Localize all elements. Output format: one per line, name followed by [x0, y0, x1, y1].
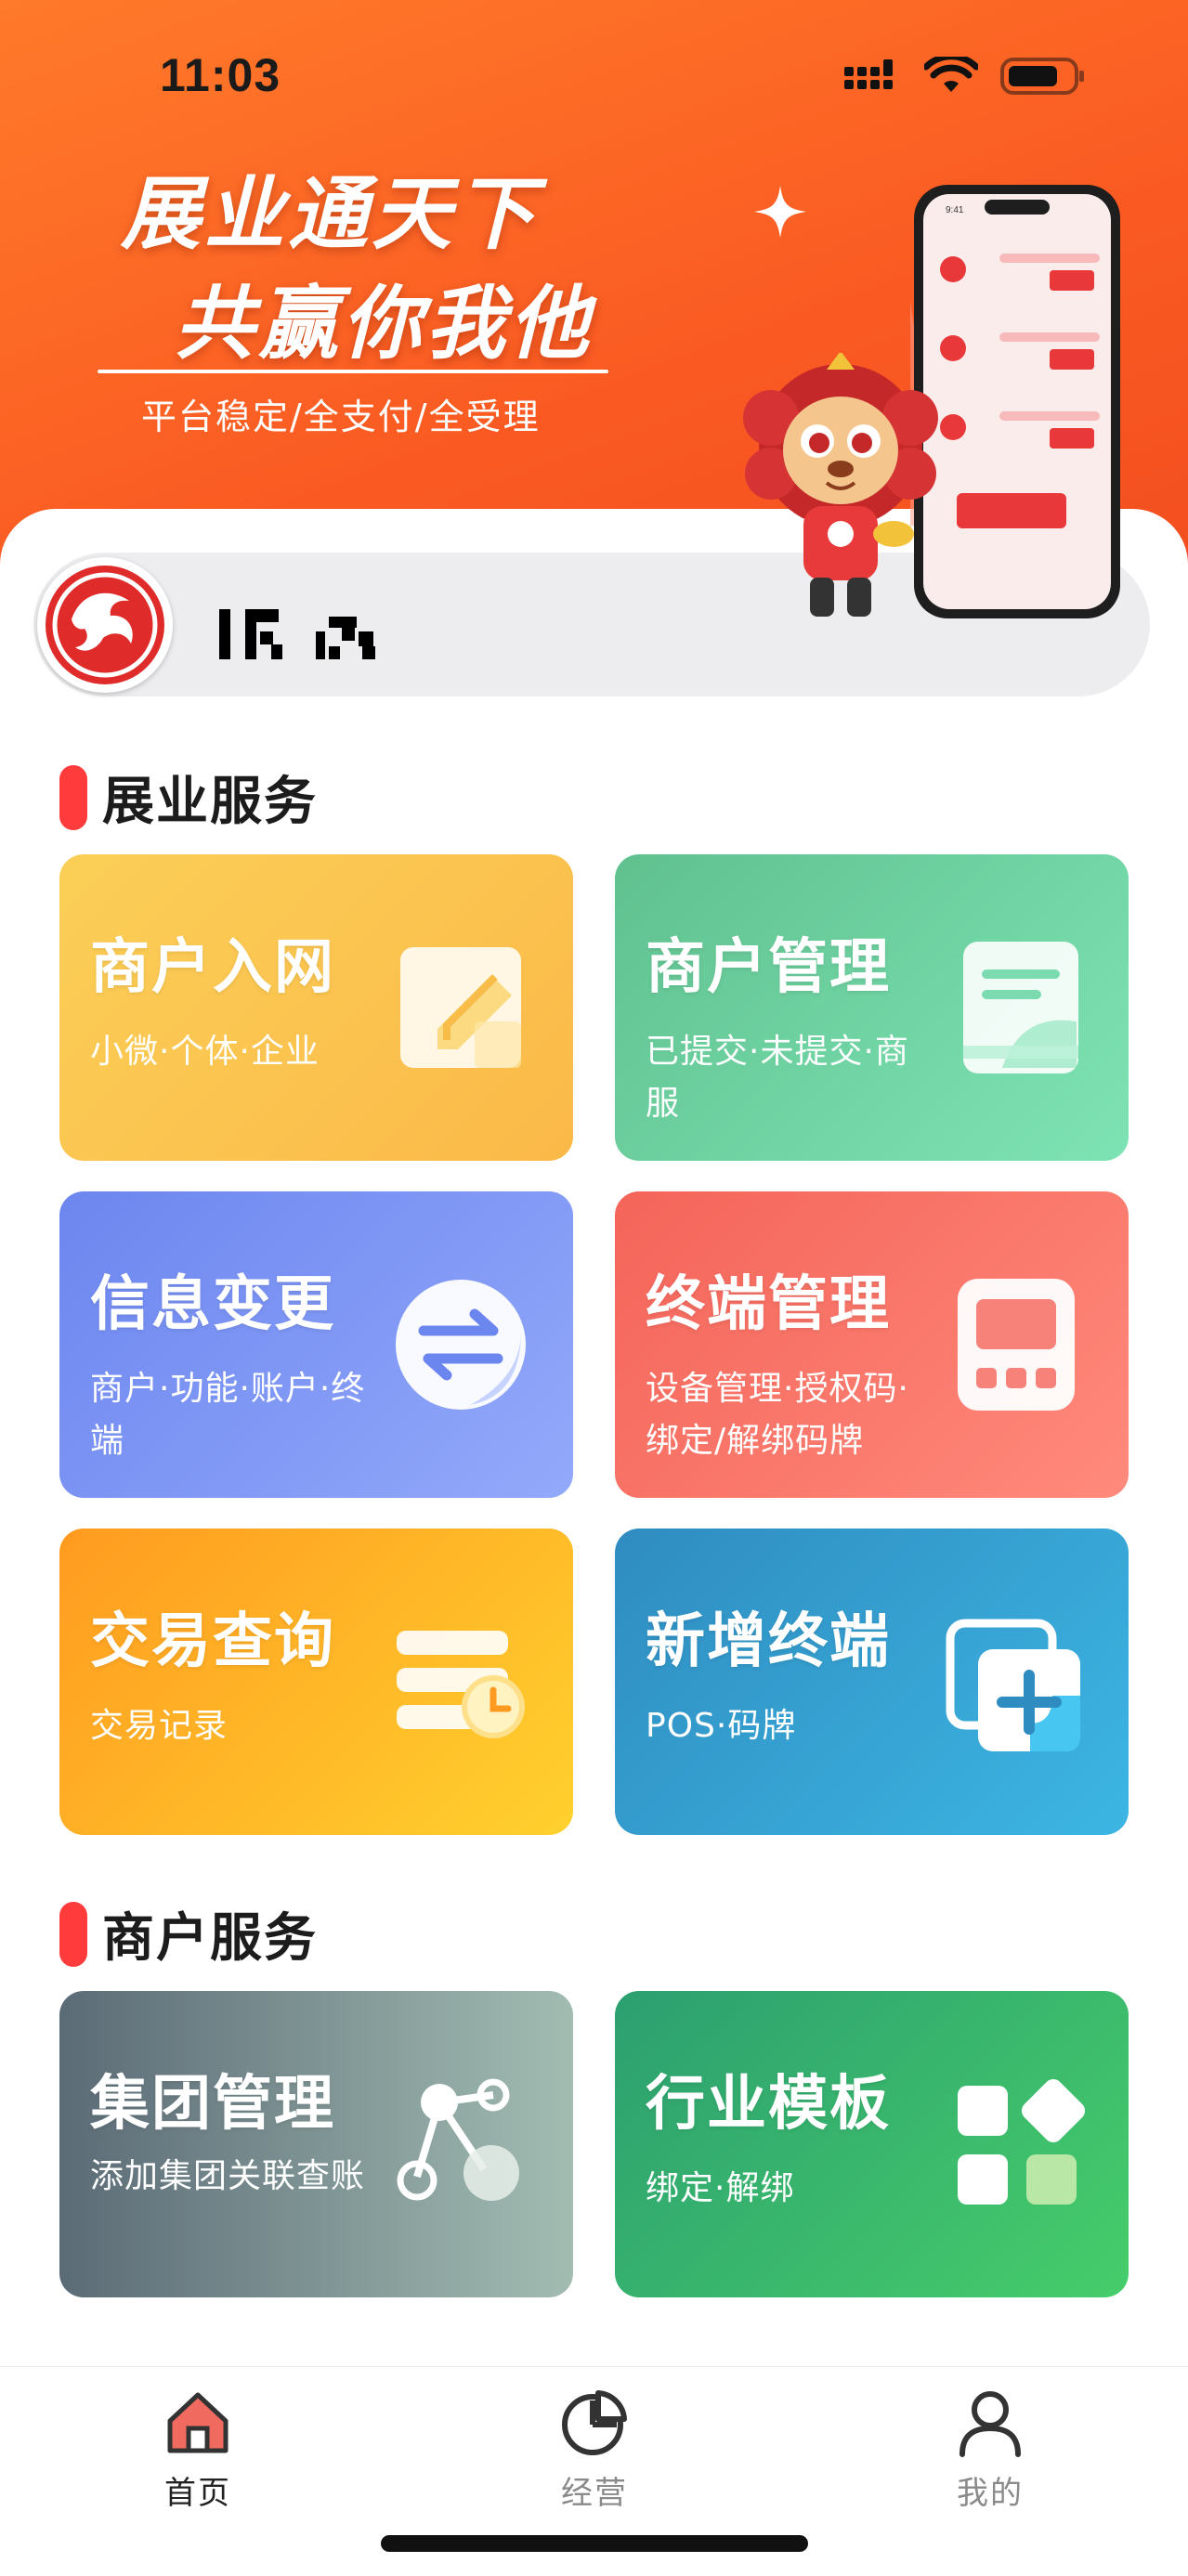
tile-transaction-query[interactable]: 交易查询 交易记录: [59, 1529, 573, 1835]
slogan-subtitle: 平台稳定/全支付/全受理: [141, 397, 541, 437]
swap-arrows-icon: [396, 1280, 526, 1410]
section-label: 商户服务: [102, 1908, 318, 1969]
tab-label: 我的: [957, 2475, 1024, 2512]
template-grid-icon: [958, 2078, 1086, 2205]
pos-terminal-icon: [958, 1279, 1075, 1411]
tile-title: 商户管理: [646, 933, 891, 1002]
tile-subtitle: 添加集团关联查账: [90, 2157, 366, 2195]
tab-home[interactable]: 首页: [124, 2387, 272, 2513]
svg-text:9:41: 9:41: [946, 205, 964, 215]
user-icon: [960, 2391, 1021, 2457]
tile-subtitle: 已提交·未提交·商服: [646, 1033, 909, 1123]
slogan-divider: [98, 370, 608, 373]
tile-subtitle: POS·码牌: [646, 1707, 797, 1745]
tile-title: 商户入网: [90, 933, 335, 1002]
tile-group-management[interactable]: 集团管理 添加集团关联查账: [59, 1991, 573, 2297]
network-nodes-icon: [397, 2078, 519, 2201]
sparkle-icon: [754, 186, 806, 238]
pixelated-name: [219, 609, 375, 659]
signal-icon: [844, 59, 893, 89]
tab-profile[interactable]: 我的: [916, 2387, 1064, 2513]
user-name-masked: [219, 604, 498, 663]
tile-info-change[interactable]: 信息变更 商户·功能·账户·终端: [59, 1191, 573, 1498]
tab-label: 经营: [561, 2475, 628, 2512]
slogan-line1: 展业通天下: [121, 168, 539, 261]
tile-merchant-onboarding[interactable]: 商户入网 小微·个体·企业: [59, 854, 573, 1161]
home-indicator: [381, 2535, 808, 2552]
edit-document-icon: [400, 947, 521, 1068]
section-accent-bar: [59, 764, 87, 830]
status-time: 11:03: [160, 49, 281, 101]
status-icons: [842, 56, 1086, 97]
section-title-merchant: 商户服务: [59, 1896, 318, 1971]
tile-subtitle: 商户·功能·账户·终端: [90, 1370, 366, 1460]
tile-title: 新增终端: [646, 1607, 891, 1676]
tile-subtitle: 小微·个体·企业: [90, 1033, 320, 1071]
records-clock-icon: [397, 1631, 525, 1738]
pie-chart-icon: [562, 2390, 627, 2455]
tile-title: 行业模板: [646, 2070, 891, 2139]
tile-add-terminal[interactable]: 新增终端 POS·码牌: [615, 1529, 1129, 1835]
wifi-icon: [924, 57, 978, 92]
section-label: 展业服务: [102, 772, 318, 832]
status-bar: 11:03: [0, 0, 1188, 158]
tile-title: 集团管理: [90, 2070, 335, 2139]
section-accent-bar: [59, 1901, 87, 1967]
battery-icon: [1000, 58, 1084, 95]
book-icon: [963, 942, 1078, 1073]
lion-mascot: [743, 353, 938, 617]
tile-industry-template[interactable]: 行业模板 绑定·解绑: [615, 1991, 1129, 2297]
dragon-logo-icon: [46, 566, 164, 684]
add-copy-icon: [946, 1619, 1080, 1751]
tile-subtitle: 交易记录: [90, 1707, 228, 1745]
slogan-line2: 共赢你我他: [175, 278, 593, 371]
tab-label: 首页: [164, 2475, 231, 2512]
tile-title: 交易查询: [90, 1607, 335, 1676]
tab-business[interactable]: 经营: [520, 2387, 669, 2513]
tile-title: 信息变更: [90, 1270, 335, 1339]
tile-title: 终端管理: [646, 1270, 891, 1339]
tile-subtitle: 绑定·解绑: [646, 2169, 795, 2207]
tile-merchant-management[interactable]: 商户管理 已提交·未提交·商服: [615, 854, 1129, 1161]
section-title-business: 展业服务: [59, 760, 318, 835]
avatar[interactable]: [37, 557, 173, 693]
tile-terminal-management[interactable]: 终端管理 设备管理·授权码·绑定/解绑码牌: [615, 1191, 1129, 1498]
home-icon: [167, 2392, 228, 2453]
tile-subtitle: 设备管理·授权码·绑定/解绑码牌: [646, 1370, 909, 1460]
